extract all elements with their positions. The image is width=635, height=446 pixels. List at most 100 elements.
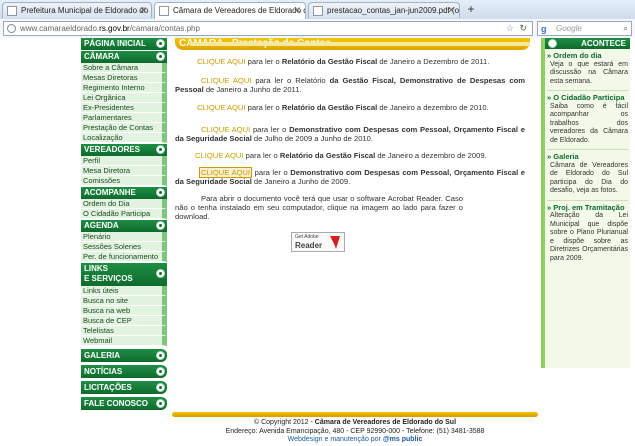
footer: © Copyright 2012 - Câmara de Vereadores … xyxy=(172,419,538,445)
nav-galeria[interactable]: GALERIA xyxy=(81,348,167,362)
sidebar-block-galeria: » Galeria Câmara de Vereadores de Eldora… xyxy=(545,152,630,201)
entry-text: para ler o xyxy=(252,168,291,177)
entry-period: de Janeiro a dezembro de 2009. xyxy=(375,151,487,160)
report-entry: CLIQUE AQUI para ler o Demonstrativo com… xyxy=(175,125,525,143)
reload-icon[interactable]: ↻ xyxy=(519,22,527,35)
entry-title: Relatório da Gestão Fiscal xyxy=(281,103,378,112)
sidebar-link[interactable]: » O Cidadão Participa xyxy=(547,93,628,103)
entry-period: de Julho de 2009 a Junho de 2010. xyxy=(251,134,373,143)
nav-licitacoes[interactable]: LICITAÇÕES xyxy=(81,380,167,394)
sidebar-heading-label: ACONTECE xyxy=(581,39,626,48)
nav-item-busca-site[interactable]: Busca no site xyxy=(81,296,167,306)
tab-title: Prefeitura Municipal de Eldorado do ... xyxy=(21,6,152,15)
acrobat-note: Para abrir o documento você terá que usa… xyxy=(175,194,463,221)
new-tab-button[interactable]: + xyxy=(462,2,480,17)
report-entry: CLIQUE AQUI para ler o Relatório da Gest… xyxy=(197,57,522,66)
browser-tab-prefeitura[interactable]: Prefeitura Municipal de Eldorado do ... … xyxy=(2,2,152,18)
nav-heading-label: FALE CONOSCO xyxy=(84,399,149,408)
browser-tab-bar: Prefeitura Municipal de Eldorado do ... … xyxy=(0,0,635,20)
credit-link[interactable]: @ms public xyxy=(383,436,423,443)
footer-address: Endereço: Avenida Emancipação, 480 - CEP… xyxy=(225,427,485,435)
nav-heading-acompanhe[interactable]: ACOMPANHE xyxy=(81,186,167,199)
sidebar-block-cidadao: » O Cidadão Participa Saiba como é fácil… xyxy=(545,93,630,150)
browser-tab-pdf[interactable]: prestacao_contas_jan-jun2009.pdf (o... ✕ xyxy=(308,2,460,18)
url-host: rs.gov.br xyxy=(99,24,130,33)
click-here-link[interactable]: CLIQUE AQUI xyxy=(195,151,244,160)
nav-item-busca-cep[interactable]: Busca de CEP xyxy=(81,316,167,326)
nav-item-lei-organica[interactable]: Lei Orgânica xyxy=(81,93,167,103)
entry-period: de Janeiro a dezembro de 2010. xyxy=(377,103,489,112)
bullet-icon xyxy=(156,383,165,392)
bullet-icon xyxy=(156,188,165,197)
close-icon[interactable]: ✕ xyxy=(293,5,301,16)
nav-heading-label: VEREADORES xyxy=(84,145,141,154)
click-here-link[interactable]: CLIQUE AQUI xyxy=(201,76,251,85)
nav-item-sobre[interactable]: Sobre a Câmara xyxy=(81,63,167,73)
nav-item-plenario[interactable]: Plenário xyxy=(81,232,167,242)
sidebar-text: Alteração da Lei Municipal que dispõe so… xyxy=(550,212,628,262)
click-here-link[interactable]: CLIQUE AQUI xyxy=(197,103,246,112)
nav-item-links-uteis[interactable]: Links úteis xyxy=(81,286,167,296)
nav-item-ex-presidentes[interactable]: Ex-Presidentes xyxy=(81,103,167,113)
nav-home[interactable]: PÁGINA INICIAL xyxy=(81,38,167,50)
left-navigation: PÁGINA INICIAL CÂMARA Sobre a Câmara Mes… xyxy=(81,38,167,410)
section-banner: CÂMARA - Prestação de Contas xyxy=(175,38,530,50)
divider xyxy=(547,90,628,91)
nav-item-per-funcionamento[interactable]: Per. de funcionamento xyxy=(81,252,167,262)
browser-tab-camara[interactable]: Câmara de Vereadores de Eldorado d... ✕ xyxy=(154,2,306,19)
sidebar-heading: ACONTECE xyxy=(545,38,630,49)
click-here-link[interactable]: CLIQUE AQUI xyxy=(201,125,250,134)
nav-fale-conosco[interactable]: FALE CONOSCO xyxy=(81,396,167,410)
nav-item-telelistas[interactable]: Telelistas xyxy=(81,326,167,336)
bullet-icon xyxy=(156,52,165,61)
right-sidebar: ACONTECE » Ordem do dia Veja o que estar… xyxy=(541,38,630,368)
nav-item-cidadao-participa[interactable]: O Cidadão Participa xyxy=(81,209,167,219)
nav-heading-vereadores[interactable]: VEREADORES xyxy=(81,143,167,156)
footer-bar xyxy=(172,412,538,417)
nav-item-regimento[interactable]: Regimento Interno xyxy=(81,83,167,93)
sidebar-link[interactable]: » Ordem do dia xyxy=(547,51,628,61)
search-input[interactable]: g Google ⌕ xyxy=(537,21,632,36)
nav-item-sessoes-solenes[interactable]: Sessões Solenes xyxy=(81,242,167,252)
nav-item-mesas[interactable]: Mesas Diretoras xyxy=(81,73,167,83)
entry-text: para ler o xyxy=(245,103,282,112)
bookmark-star-icon[interactable]: ☆ xyxy=(506,22,514,35)
nav-heading-camara[interactable]: CÂMARA xyxy=(81,50,167,63)
nav-heading-agenda[interactable]: AGENDA xyxy=(81,219,167,232)
nav-item-webmail[interactable]: Webmail xyxy=(81,336,167,346)
nav-heading-label: LICITAÇÕES xyxy=(84,383,132,392)
sidebar-link[interactable]: » Proj. em Tramitação xyxy=(547,203,628,213)
bullet-icon xyxy=(156,145,165,154)
credit-text: Webdesign e manutenção por xyxy=(287,436,383,443)
get-adobe-reader-button[interactable]: Get Adobe Reader xyxy=(291,232,345,252)
close-icon[interactable]: ✕ xyxy=(447,5,455,16)
nav-item-mesa-diretora[interactable]: Mesa Diretora xyxy=(81,166,167,176)
nav-item-perfil[interactable]: Perfil xyxy=(81,156,167,166)
adobe-badge-line2: Reader xyxy=(295,241,323,250)
nav-heading-label: CÂMARA xyxy=(84,52,120,61)
address-bar[interactable]: www.camaraeldorado.rs.gov.br/camara/cont… xyxy=(3,21,533,36)
bullet-icon xyxy=(156,367,165,376)
nav-heading-links[interactable]: LINKS E SERVIÇOS xyxy=(81,262,167,286)
nav-item-parlamentares[interactable]: Parlamentares xyxy=(81,113,167,123)
nav-item-ordem-do-dia[interactable]: Ordem do Dia xyxy=(81,199,167,209)
sidebar-link[interactable]: » Galeria xyxy=(547,152,628,162)
nav-heading-label: GALERIA xyxy=(84,351,120,360)
google-logo-icon: g xyxy=(541,24,547,34)
click-here-link[interactable]: CLIQUE AQUI xyxy=(197,57,246,66)
search-icon[interactable]: ⌕ xyxy=(624,22,628,35)
divider xyxy=(547,199,628,201)
bullet-icon xyxy=(156,269,165,278)
nav-item-busca-web[interactable]: Busca na web xyxy=(81,306,167,316)
globe-icon xyxy=(7,24,16,33)
bullet-icon xyxy=(156,39,165,48)
nav-item-prestacao-contas[interactable]: Prestação de Contas xyxy=(81,123,167,133)
nav-item-localizacao[interactable]: Localização xyxy=(81,133,167,143)
nav-noticias[interactable]: NOTÍCIAS xyxy=(81,364,167,378)
close-icon[interactable]: ✕ xyxy=(139,5,147,16)
nav-item-comissoes[interactable]: Comissões xyxy=(81,176,167,186)
footer-copyright: © Copyright 2012 - Câmara de Vereadores … xyxy=(172,419,538,428)
banner-decoration xyxy=(190,42,530,46)
page-favicon-icon xyxy=(159,6,169,16)
nav-home-label: PÁGINA INICIAL xyxy=(84,39,146,48)
